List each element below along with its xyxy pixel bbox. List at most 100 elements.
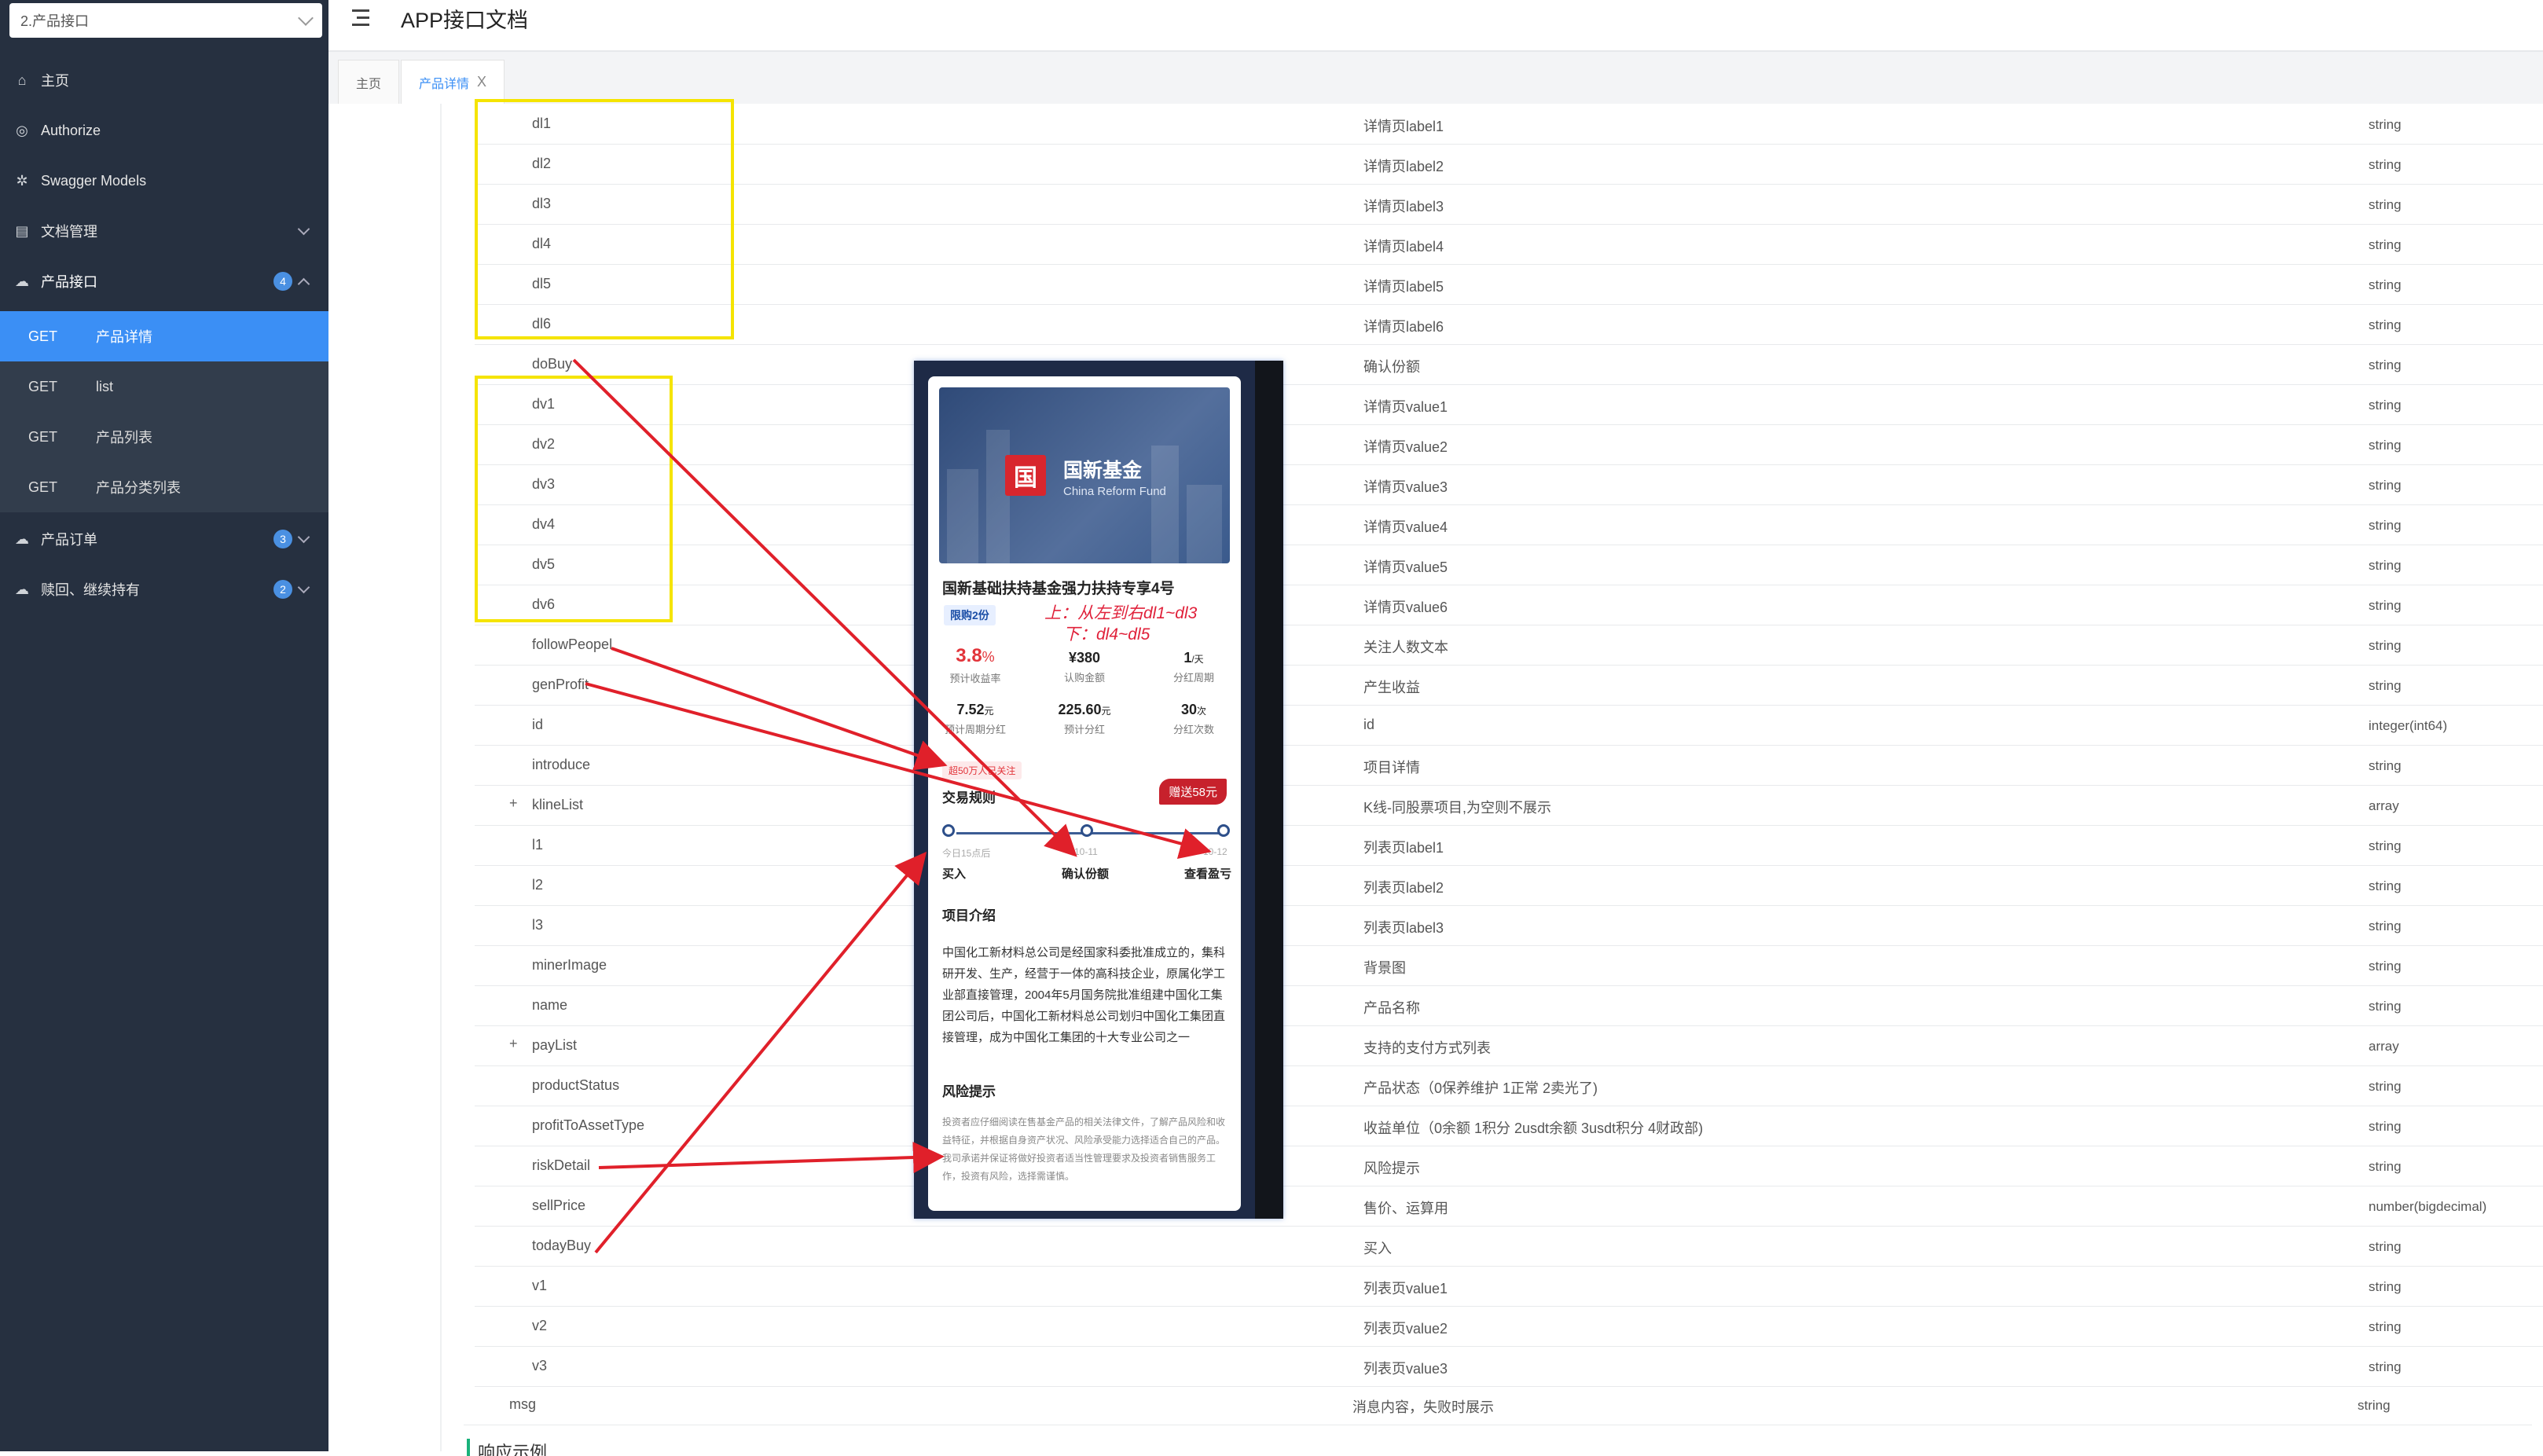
table-row: name 产品名称 string	[475, 986, 2543, 1026]
field-description: 列表页label1	[1363, 840, 1444, 856]
hamburger-icon[interactable]	[352, 9, 372, 27]
stat-label: 预计分红	[1063, 724, 1105, 735]
http-method: GET	[28, 378, 58, 394]
timeline-dot	[1217, 824, 1230, 837]
table-row: dl6 详情页label6 string	[475, 305, 2543, 345]
timeline-dot	[1081, 824, 1093, 837]
lock-icon: ◎	[16, 122, 28, 138]
sidebar-item-label: 赎回、继续持有	[41, 582, 140, 598]
field-type: string	[2369, 959, 2402, 974]
sidebar-item-doc-management[interactable]: ▤ 文档管理	[0, 206, 328, 256]
sidebar-item-label: 文档管理	[41, 224, 97, 240]
risk-text: 投资者应仔细阅读在售基金产品的相关法律文件，了解产品风险和收益特征，并根据自身资…	[942, 1117, 1226, 1182]
field-description: 确认份额	[1363, 359, 1420, 375]
sidebar-item-home[interactable]: ⌂ 主页	[0, 55, 328, 105]
field-description: 详情页label4	[1363, 239, 1444, 255]
document-icon: ▤	[15, 222, 29, 239]
annotation-text: 上：从左到右dl1~dl3 下：dl4~dl5	[1044, 603, 1197, 645]
table-row: minerImage 背景图 string	[475, 946, 2543, 986]
tab-product-detail[interactable]: 产品详情 X	[401, 60, 505, 104]
expand-icon[interactable]: +	[509, 795, 518, 812]
field-description: 详情页label3	[1363, 199, 1444, 215]
stat-label: 认购金额	[1063, 672, 1105, 684]
field-description: 关注人数文本	[1363, 640, 1448, 655]
group-select[interactable]: 2.产品接口	[9, 3, 322, 38]
highlight-box-dv	[475, 376, 673, 622]
field-type: string	[2369, 237, 2402, 252]
field-name: klineList	[532, 797, 584, 812]
table-row: followPeopel 关注人数文本 string	[475, 625, 2543, 666]
fund-name: 国新基金	[1063, 460, 1143, 482]
tab-label: 主页	[356, 77, 382, 91]
field-type: string	[2369, 197, 2402, 212]
cloud-icon: ☁	[15, 273, 29, 289]
field-description: 列表页label2	[1363, 880, 1444, 896]
field-description: 背景图	[1363, 960, 1406, 976]
gift-badge: 赠送58元	[1159, 779, 1227, 805]
field-description: 风险提示	[1363, 1161, 1420, 1176]
field-type: string	[2369, 1119, 2402, 1134]
table-row: dl2 详情页label2 string	[475, 145, 2543, 185]
timeline-dot	[942, 824, 955, 837]
table-row: profitToAssetType 收益单位（0余额 1积分 2usdt余额 3u…	[475, 1106, 2543, 1146]
field-description: 详情页label1	[1363, 119, 1444, 134]
field-type: string	[2369, 1279, 2402, 1294]
sidebar-item-product-category[interactable]: GET 产品分类列表	[0, 462, 328, 512]
field-description: 详情页label2	[1363, 159, 1444, 174]
field-description: 消息内容，失败时展示	[1352, 1399, 1494, 1415]
highlight-box-dl	[475, 99, 734, 339]
field-description: 支持的支付方式列表	[1363, 1040, 1491, 1056]
timeline-date: 10-12	[1203, 846, 1227, 857]
expand-icon[interactable]: +	[509, 1036, 518, 1052]
indent-guide	[440, 104, 442, 1451]
field-description: 详情页value3	[1363, 479, 1448, 495]
table-row: v3 列表页value3 string	[475, 1347, 2543, 1387]
sidebar-item-product-api[interactable]: ☁ 产品接口 4	[0, 256, 328, 306]
sidebar-item-redeem[interactable]: ☁ 赎回、继续持有 2	[0, 564, 328, 614]
field-type: array	[2369, 1039, 2399, 1054]
chevron-down-icon	[297, 581, 310, 593]
field-type: string	[2369, 919, 2402, 933]
table-row[interactable]: + payList 支持的支付方式列表 array	[475, 1026, 2543, 1066]
field-type: string	[2369, 1159, 2402, 1174]
field-type: string	[2369, 438, 2402, 453]
http-method: GET	[28, 428, 58, 445]
intro-text: 中国化工新材料总公司是经国家科委批准成立的，集科研开发、生产，经营于一体的高科技…	[942, 946, 1226, 1044]
field-type: string	[2369, 1359, 2402, 1374]
count-badge: 4	[273, 272, 292, 291]
chevron-down-icon	[298, 10, 314, 26]
field-type: array	[2369, 798, 2399, 813]
sidebar-item-swagger-models[interactable]: ✲ Swagger Models	[0, 156, 328, 206]
field-type: string	[2369, 678, 2402, 693]
stat-amount: ¥380 认购金额	[1037, 650, 1132, 684]
field-description: 详情页value2	[1363, 439, 1448, 455]
stat-value: 7.52	[956, 702, 985, 717]
table-row[interactable]: + klineList K线-同股票项目,为空则不展示 array	[475, 786, 2543, 826]
annotation-line: 上：从左到右dl1~dl3	[1044, 604, 1198, 622]
sidebar: 2.产品接口 ⌂ 主页 ◎ Authorize ✲ Swagger Models…	[0, 0, 328, 1451]
tab-home[interactable]: 主页	[338, 60, 400, 104]
sidebar-item-product-orders[interactable]: ☁ 产品订单 3	[0, 514, 328, 564]
follow-badge: 超50万人已关注	[942, 761, 1022, 779]
field-type: number(bigdecimal)	[2369, 1199, 2487, 1214]
sidebar-item-authorize[interactable]: ◎ Authorize	[0, 105, 328, 156]
stat-label: 分红周期	[1172, 672, 1214, 684]
sidebar-item-product-detail[interactable]: GET 产品详情	[0, 311, 328, 361]
stat-unit: 次	[1197, 706, 1207, 717]
field-description: 列表页value2	[1363, 1321, 1448, 1337]
field-name: profitToAssetType	[532, 1117, 645, 1133]
sidebar-item-product-list[interactable]: GET 产品列表	[0, 412, 328, 462]
table-row: dl5 详情页label5 string	[475, 265, 2543, 305]
field-name: followPeopel	[532, 636, 613, 652]
field-description: 列表页label3	[1363, 920, 1444, 936]
field-type: string	[2369, 878, 2402, 893]
sidebar-item-list[interactable]: GET list	[0, 361, 328, 412]
close-icon[interactable]: X	[477, 74, 486, 90]
group-select-value: 2.产品接口	[20, 13, 90, 29]
field-name: payList	[532, 1037, 578, 1053]
field-type: string	[2369, 117, 2402, 132]
table-row: doBuy 确认份额 string	[475, 345, 2543, 385]
field-type: string	[2369, 558, 2402, 573]
endpoint-name: 产品详情	[96, 329, 152, 345]
field-type: string	[2369, 999, 2402, 1014]
